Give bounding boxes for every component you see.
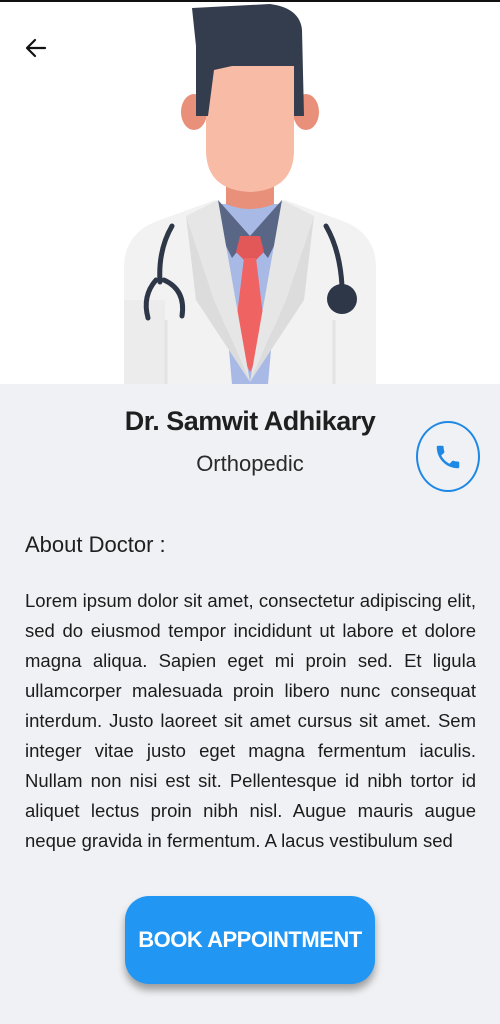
about-heading: About Doctor : — [25, 532, 166, 557]
phone-icon — [436, 445, 460, 468]
about-scroll-area[interactable]: Lorem ipsum dolor sit amet, consectetur … — [25, 586, 476, 870]
back-button[interactable] — [14, 28, 58, 68]
call-button[interactable] — [416, 421, 480, 492]
status-bar-edge — [0, 0, 500, 2]
book-appointment-button[interactable]: BOOK APPOINTMENT — [125, 896, 375, 984]
doctor-avatar-illustration — [124, 4, 376, 384]
doctor-hero — [0, 0, 500, 384]
doctor-detail-screen: Dr. Samwit Adhikary Orthopedic About Doc… — [0, 0, 500, 1024]
about-text: Lorem ipsum dolor sit amet, consectetur … — [25, 590, 476, 851]
arrow-left-icon — [25, 38, 47, 58]
